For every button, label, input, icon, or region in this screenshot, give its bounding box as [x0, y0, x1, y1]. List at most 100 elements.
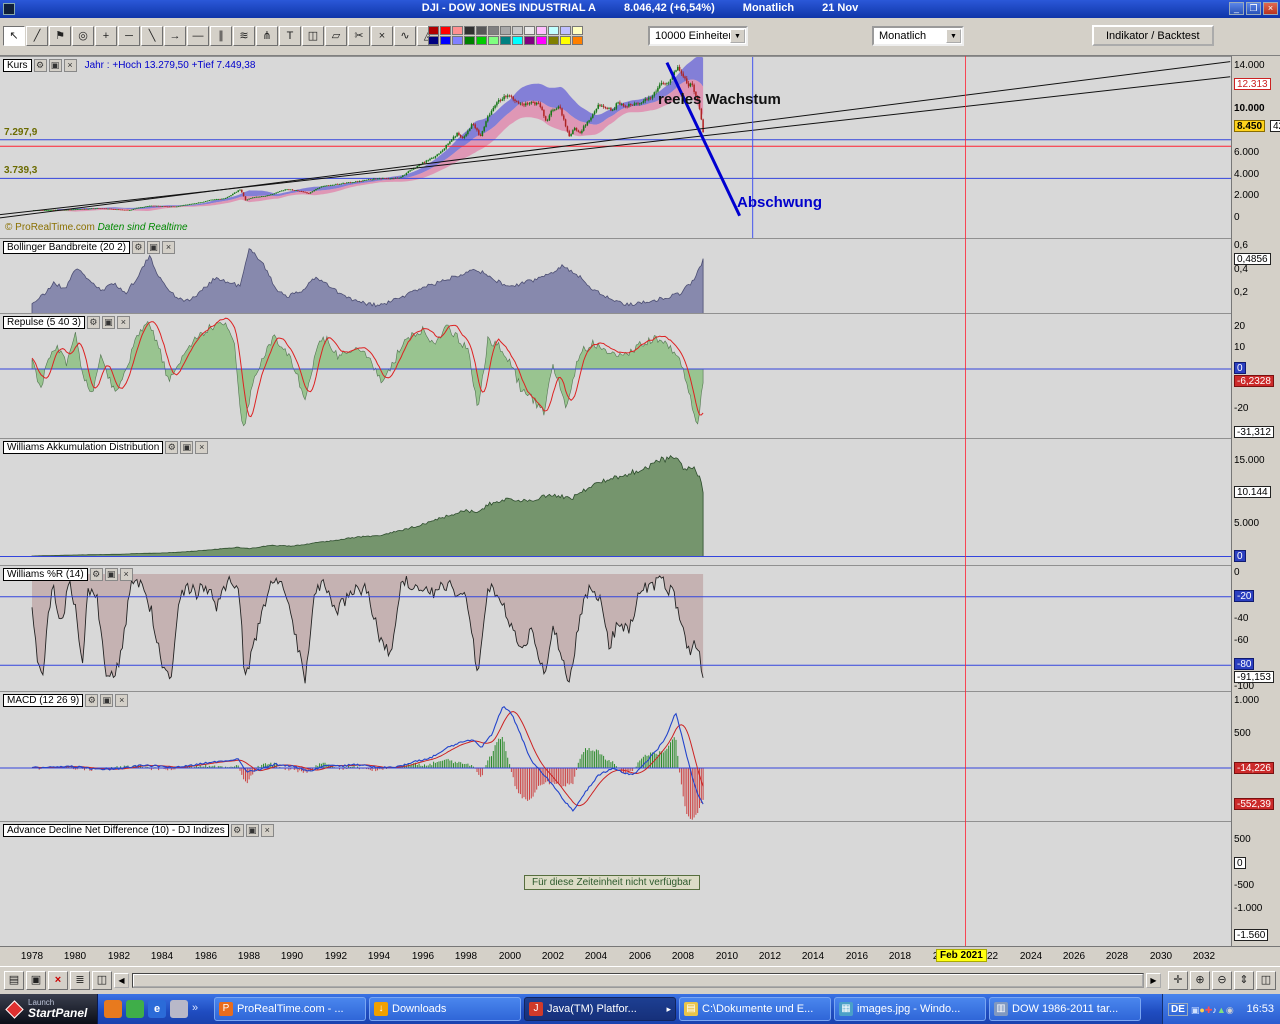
close-icon[interactable]: ×: [115, 694, 128, 707]
restore-button[interactable]: ❐: [1246, 2, 1261, 15]
chart-list-icon[interactable]: ◫: [92, 971, 112, 990]
zoom-tool-icon[interactable]: ◎: [72, 26, 94, 46]
horizontal-scrollbar[interactable]: [132, 973, 1144, 988]
color-swatch[interactable]: [524, 36, 535, 45]
wrench-icon[interactable]: ⚙: [34, 59, 47, 72]
close-icon[interactable]: ×: [261, 824, 274, 837]
delete-tool-icon[interactable]: ×: [371, 26, 393, 46]
scissors-tool-icon[interactable]: ✂: [348, 26, 370, 46]
close-icon[interactable]: ×: [120, 568, 133, 581]
indicator-backtest-button[interactable]: Indikator / Backtest: [1092, 25, 1214, 46]
wrench-icon[interactable]: ⚙: [132, 241, 145, 254]
scrollbar-thumb[interactable]: [133, 974, 1143, 987]
line-tool-icon[interactable]: ─: [118, 26, 140, 46]
wave-tool-icon[interactable]: ∿: [394, 26, 416, 46]
color-swatch[interactable]: [476, 36, 487, 45]
color-swatch[interactable]: [548, 26, 559, 35]
page-layout-icon[interactable]: ≣: [70, 971, 90, 990]
close-icon[interactable]: ×: [195, 441, 208, 454]
channel-tool-icon[interactable]: ∥: [210, 26, 232, 46]
color-swatch[interactable]: [536, 36, 547, 45]
scroll-right-button[interactable]: ▶: [1146, 973, 1161, 988]
timeframe-dropdown[interactable]: Monatlich ▼: [872, 26, 964, 46]
color-swatch[interactable]: [548, 36, 559, 45]
close-icon[interactable]: ×: [64, 59, 77, 72]
units-dropdown[interactable]: 10000 Einheiten ▼: [648, 26, 748, 46]
color-swatch[interactable]: [560, 36, 571, 45]
window-icon[interactable]: ▣: [105, 568, 118, 581]
print-icon[interactable]: ▤: [4, 971, 24, 990]
arrow-tool-icon[interactable]: →: [164, 26, 186, 46]
trend-line-tool-icon[interactable]: ╱: [26, 26, 48, 46]
pan-icon[interactable]: ✛: [1168, 971, 1188, 990]
eraser-tool-icon[interactable]: ▱: [325, 26, 347, 46]
color-swatch[interactable]: [488, 26, 499, 35]
quicklaunch-more-button[interactable]: »: [192, 1002, 198, 1014]
color-swatch[interactable]: [476, 26, 487, 35]
quicklaunch-desktop-icon[interactable]: [170, 1000, 188, 1018]
color-swatch[interactable]: [440, 36, 451, 45]
tray-clock-sync-icon[interactable]: ◉: [1226, 1005, 1234, 1015]
wrench-icon[interactable]: ⚙: [90, 568, 103, 581]
fibonacci-tool-icon[interactable]: ≋: [233, 26, 255, 46]
taskbar-task-button[interactable]: ▦images.jpg - Windo...: [834, 997, 986, 1021]
pointer-tool-icon[interactable]: ↖: [3, 26, 25, 46]
color-swatch[interactable]: [500, 26, 511, 35]
wrench-icon[interactable]: ⚙: [85, 694, 98, 707]
window-icon[interactable]: ▣: [102, 316, 115, 329]
color-swatch[interactable]: [572, 26, 583, 35]
zoom-out-icon[interactable]: ⊖: [1212, 971, 1232, 990]
delete-drawings-icon[interactable]: ×: [48, 971, 68, 990]
zoom-in-icon[interactable]: ⊕: [1190, 971, 1210, 990]
candle-view-icon[interactable]: ◫: [1256, 971, 1276, 990]
quicklaunch-messenger-icon[interactable]: [126, 1000, 144, 1018]
task-group-arrow-icon[interactable]: ▸: [666, 1004, 671, 1015]
color-swatch[interactable]: [512, 26, 523, 35]
time-axis[interactable]: 1978198019821984198619881990199219941996…: [0, 946, 1280, 966]
taskbar-task-button[interactable]: ↓Downloads: [369, 997, 521, 1021]
color-swatch[interactable]: [428, 26, 439, 35]
segment-tool-icon[interactable]: ╲: [141, 26, 163, 46]
window-icon[interactable]: ▣: [180, 441, 193, 454]
taskbar-task-button[interactable]: JJava(TM) Platfor...▸: [524, 997, 676, 1021]
quicklaunch-browser-icon[interactable]: [104, 1000, 122, 1018]
close-icon[interactable]: ×: [117, 316, 130, 329]
color-swatch[interactable]: [572, 36, 583, 45]
color-swatch[interactable]: [512, 36, 523, 45]
color-swatch[interactable]: [428, 36, 439, 45]
close-icon[interactable]: ×: [162, 241, 175, 254]
indicator-window-icon[interactable]: ◫: [302, 26, 324, 46]
taskbar-task-button[interactable]: PProRealTime.com - ...: [214, 997, 366, 1021]
color-swatch[interactable]: [524, 26, 535, 35]
color-swatch[interactable]: [464, 26, 475, 35]
color-swatch[interactable]: [500, 36, 511, 45]
color-swatch[interactable]: [452, 36, 463, 45]
color-swatch[interactable]: [560, 26, 571, 35]
crosshair-tool-icon[interactable]: +: [95, 26, 117, 46]
price-alert-icon[interactable]: ⚑: [49, 26, 71, 46]
text-tool-icon[interactable]: T: [279, 26, 301, 46]
start-button[interactable]: Launch StartPanel: [0, 994, 98, 1024]
wrench-icon[interactable]: ⚙: [87, 316, 100, 329]
chevron-down-icon[interactable]: ▼: [730, 29, 745, 43]
color-swatch[interactable]: [440, 26, 451, 35]
price-axis[interactable]: 14.00012.31310.0008.450426.0004.0002.000…: [1231, 56, 1280, 946]
window-icon[interactable]: ▣: [100, 694, 113, 707]
window-icon[interactable]: ▣: [246, 824, 259, 837]
wrench-icon[interactable]: ⚙: [165, 441, 178, 454]
clock[interactable]: 16:53: [1246, 1003, 1280, 1015]
taskbar-task-button[interactable]: ▤C:\Dokumente und E...: [679, 997, 831, 1021]
pitchfork-tool-icon[interactable]: ⋔: [256, 26, 278, 46]
language-indicator[interactable]: DE: [1168, 1003, 1188, 1016]
color-swatch[interactable]: [464, 36, 475, 45]
vertical-fit-icon[interactable]: ⇕: [1234, 971, 1254, 990]
window-icon[interactable]: ▣: [49, 59, 62, 72]
chevron-down-icon[interactable]: ▼: [946, 29, 961, 43]
color-swatch[interactable]: [488, 36, 499, 45]
horizontal-line-tool-icon[interactable]: ―: [187, 26, 209, 46]
color-swatch[interactable]: [452, 26, 463, 35]
scroll-left-button[interactable]: ◀: [114, 973, 129, 988]
snapshot-icon[interactable]: ▣: [26, 971, 46, 990]
window-icon[interactable]: ▣: [147, 241, 160, 254]
minimize-button[interactable]: _: [1229, 2, 1244, 15]
